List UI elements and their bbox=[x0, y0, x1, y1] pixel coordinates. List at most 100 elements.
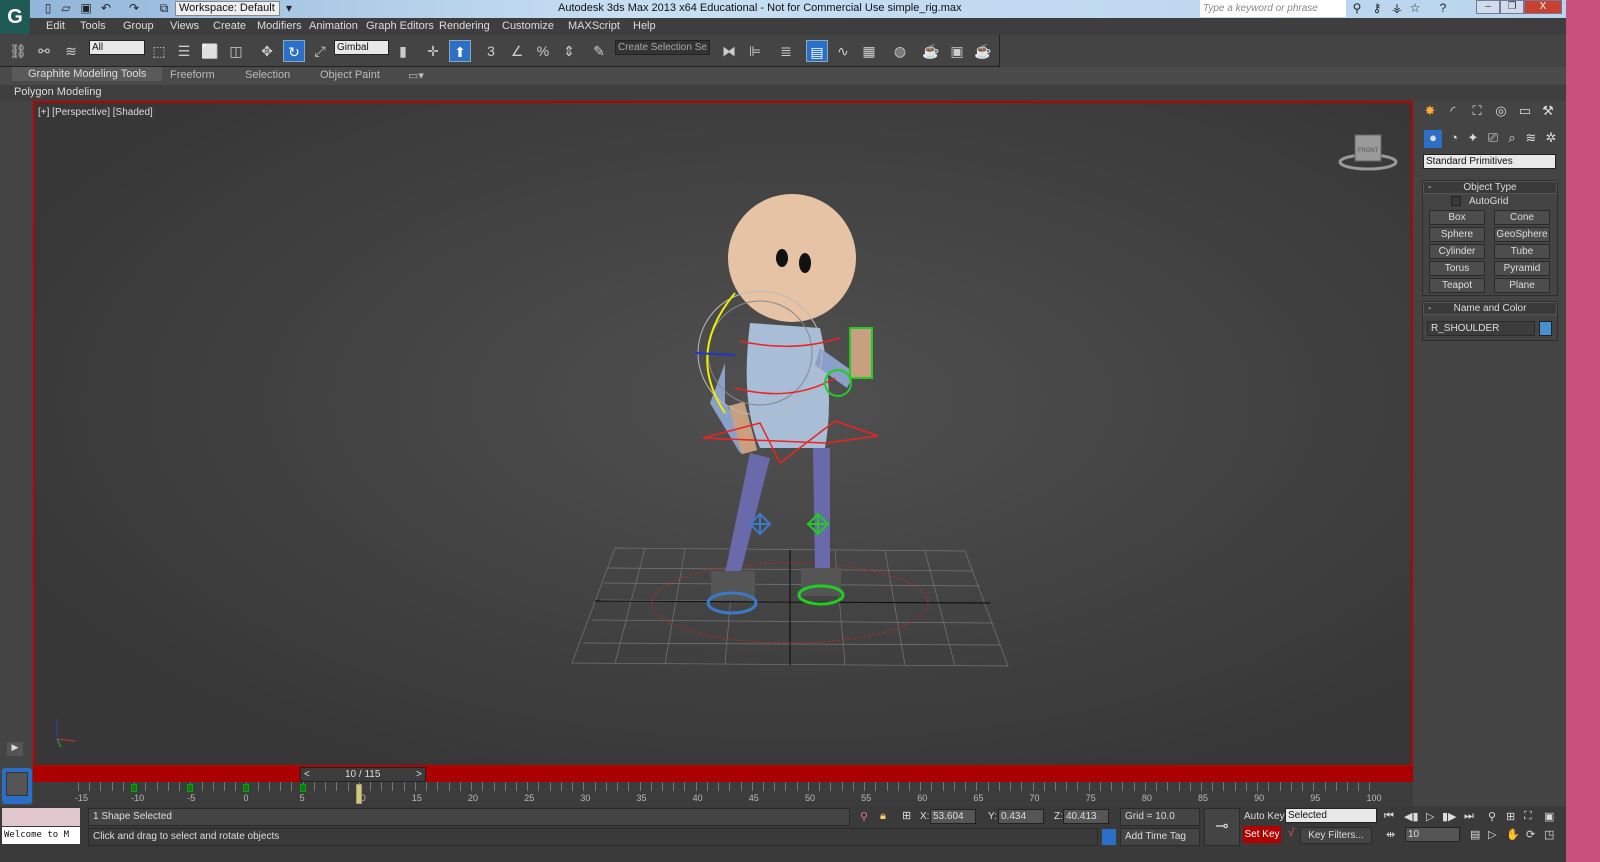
space-warps-icon[interactable]: ≋ bbox=[1520, 130, 1542, 150]
close-button[interactable]: X bbox=[1524, 0, 1562, 14]
move-icon[interactable]: ✥ bbox=[256, 40, 278, 62]
autogrid-checkbox[interactable] bbox=[1451, 196, 1461, 206]
selection-filter-dropdown[interactable]: All bbox=[89, 40, 145, 55]
track-bar[interactable]: -15-10-505101520253035404550556065707580… bbox=[33, 782, 1413, 806]
set-key-button[interactable]: Set Key bbox=[1243, 826, 1281, 843]
prev-frame-button[interactable]: < bbox=[304, 769, 310, 780]
torus-button[interactable]: Torus bbox=[1429, 261, 1485, 276]
cone-button[interactable]: Cone bbox=[1494, 210, 1550, 225]
go-to-end-icon[interactable]: ⏭ bbox=[1464, 810, 1474, 823]
time-tag-icon[interactable] bbox=[1102, 829, 1116, 845]
minimize-button[interactable]: – bbox=[1476, 0, 1500, 14]
geosphere-button[interactable]: GeoSphere bbox=[1494, 227, 1550, 242]
zoom-all-icon[interactable]: ⊞ bbox=[1506, 810, 1515, 823]
set-key-mode-icon[interactable]: ⊸ bbox=[1204, 808, 1240, 846]
keyboard-shortcut-override-icon[interactable]: ⬆ bbox=[449, 40, 471, 62]
key-curve-icon[interactable]: √ bbox=[1288, 827, 1294, 839]
maxscript-listener-mini[interactable] bbox=[2, 808, 80, 826]
select-object-icon[interactable]: ⬚ bbox=[148, 40, 170, 62]
object-type-header[interactable]: - Object Type bbox=[1423, 181, 1557, 194]
perspective-viewport[interactable]: [+] [Perspective] [Shaded] FRONT bbox=[33, 101, 1413, 767]
customize-toolbar-icon[interactable]: ▾ bbox=[281, 1, 297, 16]
rotate-icon[interactable]: ↻ bbox=[283, 40, 305, 62]
menu-customize[interactable]: Customize bbox=[502, 20, 554, 32]
menu-create[interactable]: Create bbox=[213, 20, 246, 32]
z-coordinate-input[interactable]: 40.413 bbox=[1063, 809, 1109, 824]
reference-coordinate-dropdown[interactable]: Gimbal bbox=[334, 40, 389, 55]
search-input[interactable]: Type a keyword or phrase bbox=[1200, 0, 1346, 17]
menu-maxscript[interactable]: MAXScript bbox=[568, 20, 620, 32]
geometry-icon[interactable]: ● bbox=[1424, 130, 1442, 148]
previous-frame-icon[interactable]: ◀▮ bbox=[1404, 810, 1419, 823]
ribbon-options-icon[interactable]: ▭▾ bbox=[408, 69, 424, 82]
plane-button[interactable]: Plane bbox=[1494, 278, 1550, 293]
menu-animation[interactable]: Animation bbox=[309, 20, 358, 32]
menu-graph-editors[interactable]: Graph Editors bbox=[366, 20, 434, 32]
scene-explorer-icon[interactable]: ▤ bbox=[806, 40, 828, 62]
tab-freeform[interactable]: Freeform bbox=[170, 69, 215, 81]
angle-snap-icon[interactable]: ∠ bbox=[506, 40, 528, 62]
current-frame-marker[interactable] bbox=[355, 784, 362, 804]
time-slider-track[interactable] bbox=[33, 767, 1413, 782]
display-tab-icon[interactable]: ▭ bbox=[1514, 103, 1536, 123]
window-crossing-icon[interactable]: ◫ bbox=[225, 40, 247, 62]
named-selection-dropdown[interactable]: Create Selection Se bbox=[615, 40, 710, 55]
polygon-modeling-panel[interactable]: Polygon Modeling bbox=[14, 86, 101, 98]
isolate-selection-icon[interactable]: ⚲ bbox=[860, 810, 868, 823]
pivot-center-icon[interactable]: ▮ bbox=[392, 40, 414, 62]
workspace-dropdown[interactable]: Workspace: Default bbox=[175, 1, 280, 16]
schematic-view-icon[interactable]: ▦ bbox=[858, 40, 880, 62]
project-folder-icon[interactable]: ⧉ bbox=[156, 1, 172, 16]
snap-3d-icon[interactable]: 3 bbox=[480, 40, 502, 62]
expand-viewport-layout-icon[interactable]: ▶ bbox=[7, 742, 23, 756]
next-frame-button[interactable]: > bbox=[416, 769, 422, 780]
satellite-icon[interactable]: ⚶ bbox=[1388, 1, 1406, 17]
maxscript-input[interactable]: Welcome to M bbox=[2, 827, 80, 844]
zoom-extents-all-icon[interactable]: ▣ bbox=[1544, 810, 1554, 823]
auto-key-button[interactable]: Auto Key bbox=[1244, 811, 1285, 822]
key-filters-button[interactable]: Key Filters... bbox=[1300, 827, 1372, 844]
redo-icon[interactable]: ↷ bbox=[126, 1, 142, 16]
rectangular-selection-icon[interactable]: ⬜ bbox=[199, 40, 221, 62]
box-button[interactable]: Box bbox=[1429, 210, 1485, 225]
key-mode-dropdown[interactable]: Selected bbox=[1285, 808, 1377, 823]
name-and-color-header[interactable]: - Name and Color bbox=[1423, 302, 1557, 315]
current-frame-input[interactable]: 10 bbox=[1405, 827, 1460, 842]
zoom-extents-icon[interactable]: ⛶ bbox=[1524, 810, 1532, 823]
create-tab-icon[interactable]: ✸ bbox=[1419, 103, 1441, 123]
tab-selection[interactable]: Selection bbox=[245, 69, 290, 81]
select-by-name-icon[interactable]: ☰ bbox=[173, 40, 195, 62]
maximize-viewport-icon[interactable]: ◳ bbox=[1544, 828, 1554, 841]
pan-view-icon[interactable]: ✋ bbox=[1506, 828, 1520, 841]
menu-modifiers[interactable]: Modifiers bbox=[257, 20, 302, 32]
keyframe-marker[interactable] bbox=[243, 784, 250, 792]
app-logo-button[interactable]: G bbox=[0, 0, 30, 34]
keyframe-marker[interactable] bbox=[187, 784, 194, 792]
open-file-icon[interactable]: ▱ bbox=[58, 1, 74, 16]
layer-manager-icon[interactable]: ≣ bbox=[775, 40, 797, 62]
systems-icon[interactable]: ✲ bbox=[1540, 130, 1562, 150]
menu-views[interactable]: Views bbox=[170, 20, 199, 32]
help-icon[interactable]: ? bbox=[1434, 1, 1452, 17]
teapot-button[interactable]: Teapot bbox=[1429, 278, 1485, 293]
menu-tools[interactable]: Tools bbox=[80, 20, 106, 32]
y-coordinate-input[interactable]: 0.434 bbox=[998, 809, 1044, 824]
hierarchy-tab-icon[interactable]: ⛶ bbox=[1466, 103, 1488, 123]
object-color-swatch[interactable] bbox=[1539, 321, 1552, 336]
percent-snap-icon[interactable]: % bbox=[532, 40, 554, 62]
x-coordinate-input[interactable]: 53.604 bbox=[930, 809, 976, 824]
modify-tab-icon[interactable]: ◜ bbox=[1442, 103, 1464, 123]
key-mode-toggle-icon[interactable]: ⇹ bbox=[1386, 828, 1395, 841]
menu-group[interactable]: Group bbox=[123, 20, 154, 32]
tube-button[interactable]: Tube bbox=[1494, 244, 1550, 259]
new-file-icon[interactable]: ▯ bbox=[40, 1, 56, 16]
zoom-icon[interactable]: ⚲ bbox=[1488, 810, 1496, 823]
scale-icon[interactable]: ⤢ bbox=[309, 40, 331, 62]
save-icon[interactable]: ▣ bbox=[78, 1, 94, 16]
curve-editor-icon[interactable]: ∿ bbox=[832, 40, 854, 62]
next-frame-icon[interactable]: ▮▶ bbox=[1442, 810, 1457, 823]
tab-graphite-modeling-tools[interactable]: Graphite Modeling Tools bbox=[12, 67, 163, 81]
utilities-tab-icon[interactable]: ⚒ bbox=[1537, 103, 1559, 123]
select-manipulate-icon[interactable]: ✛ bbox=[422, 40, 444, 62]
binoculars-icon[interactable]: ⚲ bbox=[1348, 1, 1366, 17]
